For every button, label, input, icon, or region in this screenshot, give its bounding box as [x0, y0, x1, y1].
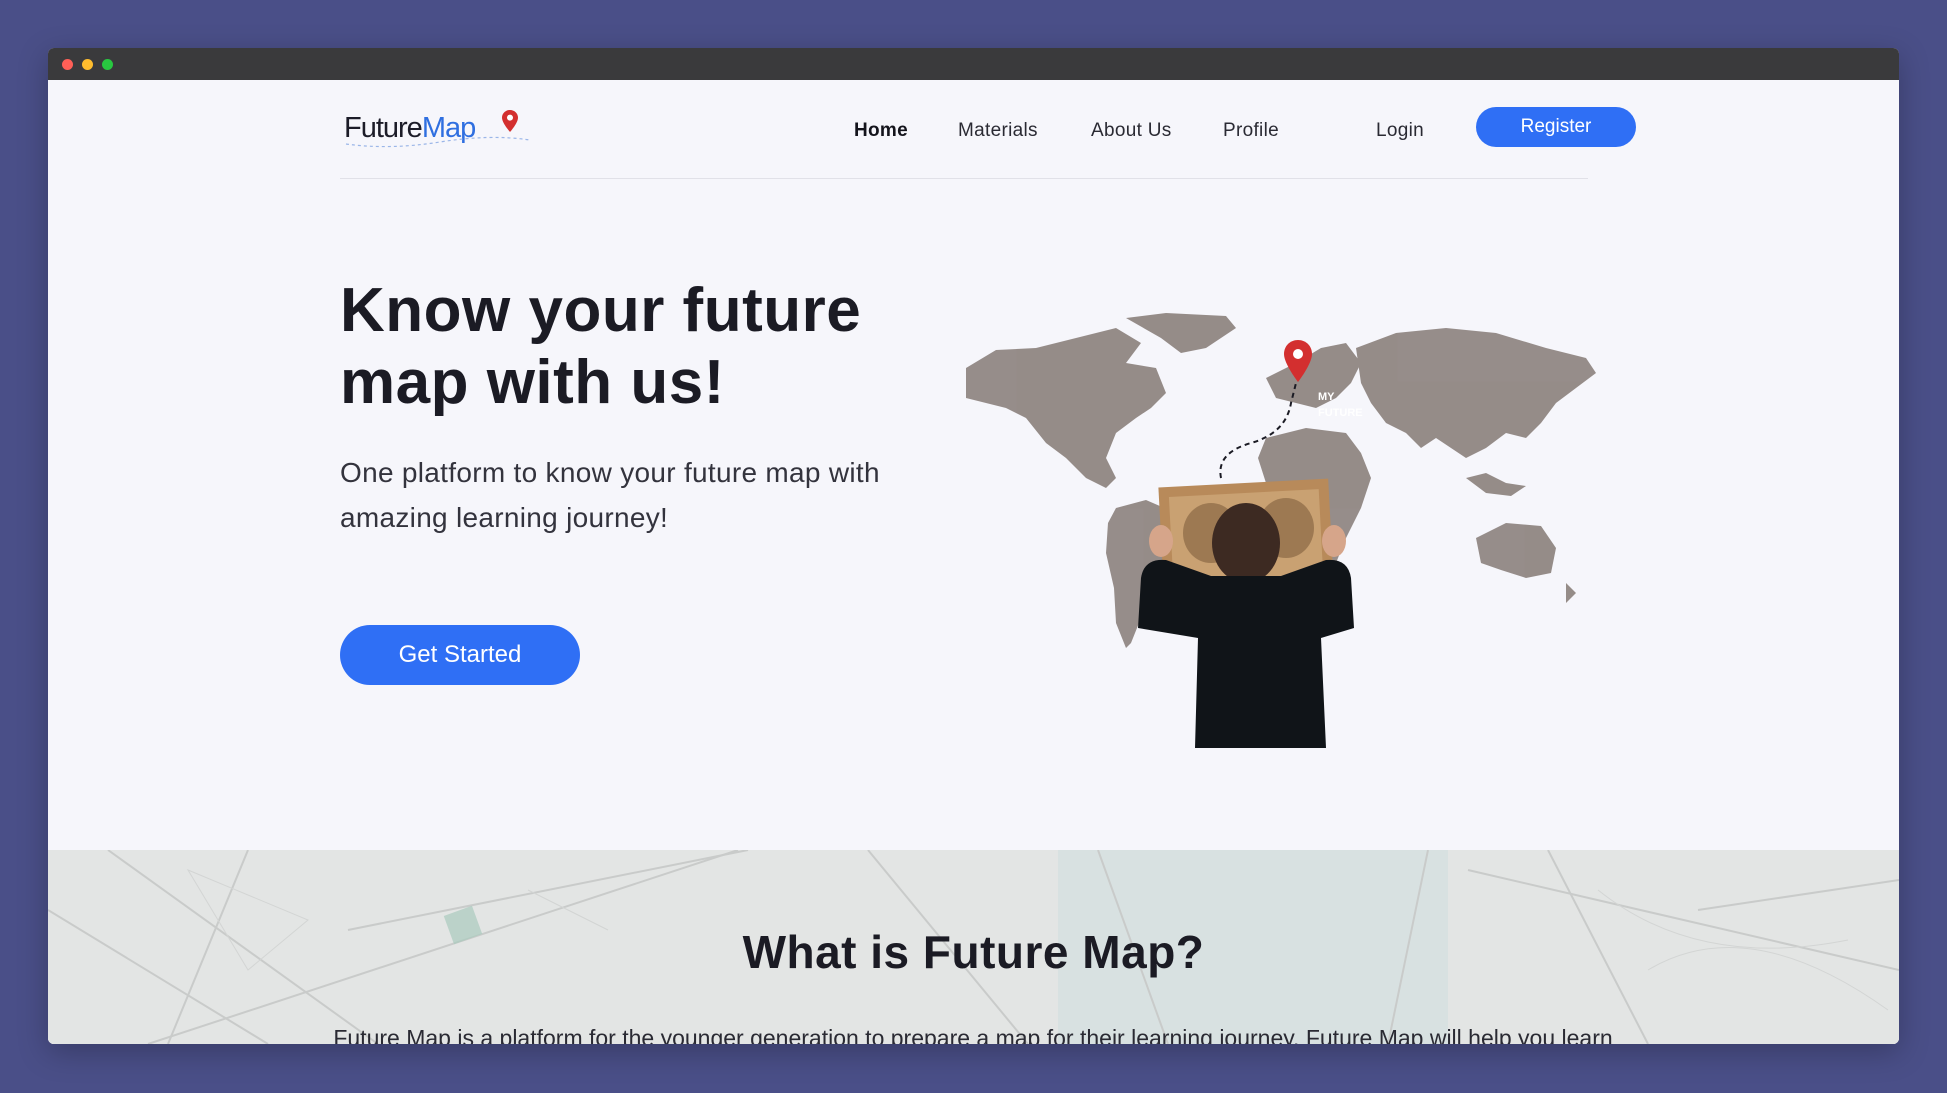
hero-title-line-2: map with us! — [340, 348, 725, 417]
get-started-button[interactable]: Get Started — [340, 625, 580, 685]
location-pin-icon — [502, 110, 518, 132]
hero-title-line-1: Know your future — [340, 276, 862, 345]
nav-link-materials[interactable]: Materials — [958, 120, 1038, 142]
login-link[interactable]: Login — [1376, 120, 1424, 142]
nav-link-profile[interactable]: Profile — [1223, 120, 1279, 142]
person-holding-map — [1138, 478, 1354, 748]
nav-link-home[interactable]: Home — [854, 120, 908, 142]
page-content: FutureMap Home Materials About Us Profil… — [48, 80, 1899, 1044]
hero-subtitle: One platform to know your future map wit… — [340, 457, 880, 533]
top-navbar: FutureMap Home Materials About Us Profil… — [340, 80, 1636, 179]
map-label-future: FUTURE — [1318, 407, 1363, 419]
maximize-window-icon[interactable] — [102, 59, 113, 70]
nav-link-about-us[interactable]: About Us — [1091, 120, 1172, 142]
minimize-window-icon[interactable] — [82, 59, 93, 70]
close-window-icon[interactable] — [62, 59, 73, 70]
hero-title: Know your future map with us! — [340, 275, 960, 419]
register-button[interactable]: Register — [1476, 107, 1636, 147]
hero-world-map-illustration: MY FUTURE — [966, 313, 1596, 748]
browser-window: FutureMap Home Materials About Us Profil… — [48, 48, 1899, 1044]
map-label-my: MY — [1318, 391, 1335, 403]
what-is-section: What is Future Map? Future Map is a plat… — [48, 850, 1899, 1044]
window-titlebar — [48, 48, 1899, 80]
logo-dashed-path-icon — [345, 136, 531, 148]
section-title: What is Future Map? — [742, 926, 1205, 978]
section-description: Future Map is a platform for the younger… — [333, 1025, 1613, 1044]
site-logo[interactable]: FutureMap — [340, 106, 540, 150]
